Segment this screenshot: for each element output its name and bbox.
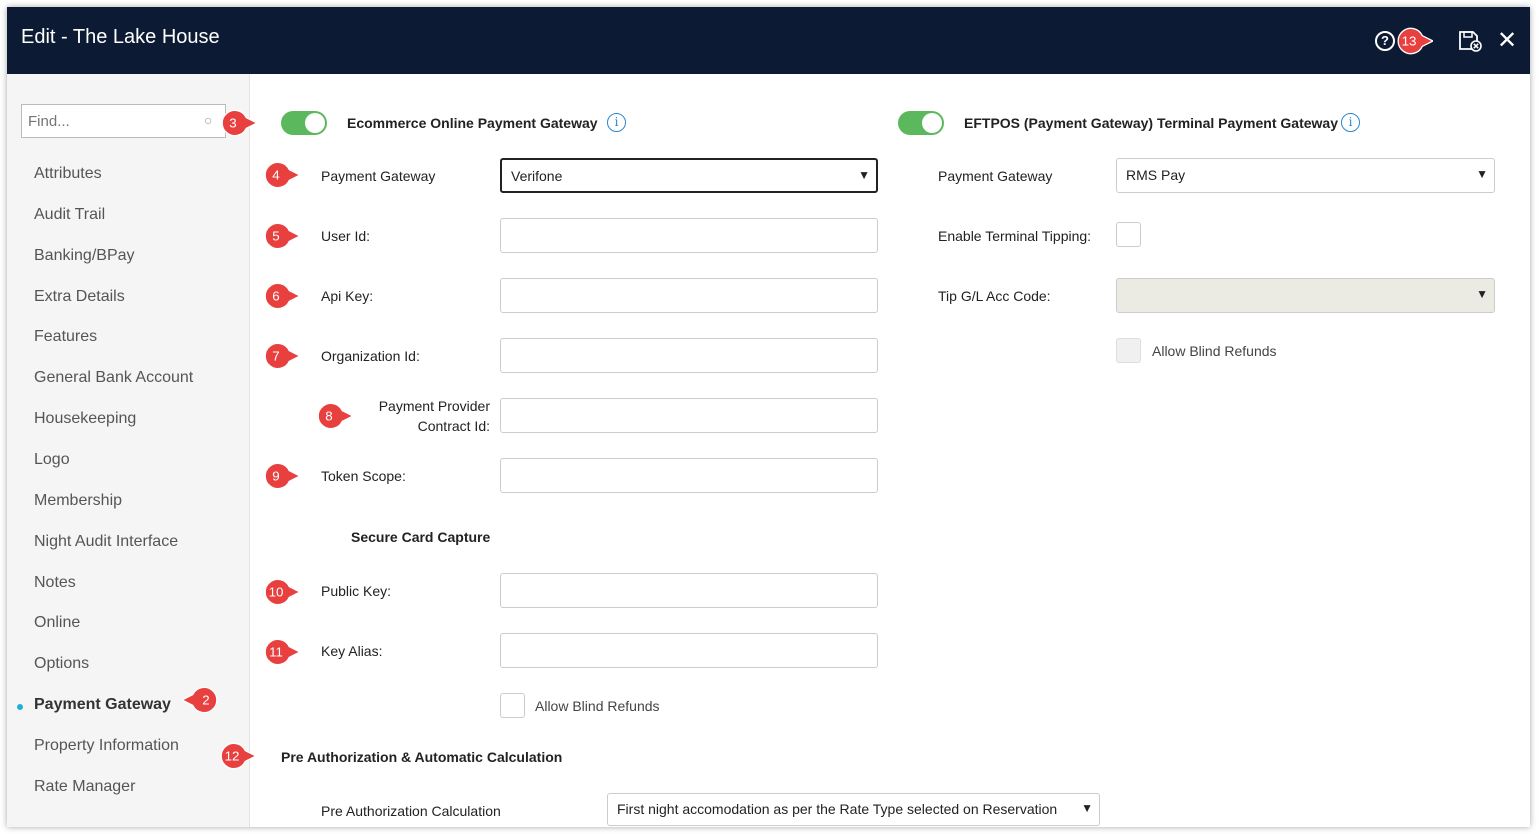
- sidebar-item-audit-trail[interactable]: Audit Trail: [34, 206, 105, 224]
- info-icon[interactable]: i: [1341, 113, 1360, 132]
- sidebar-item-online[interactable]: Online: [34, 614, 80, 632]
- sidebar-item-housekeeping[interactable]: Housekeeping: [34, 410, 136, 428]
- search-icon[interactable]: ○: [204, 112, 212, 128]
- callout-marker: 6: [264, 282, 300, 310]
- title-bar: Edit - The Lake House ? ✕: [7, 7, 1530, 74]
- callout-marker: 5: [264, 222, 300, 250]
- pre-authorization-calc-value: First night accomodation as per the Rate…: [617, 801, 1058, 817]
- svg-text:10: 10: [269, 585, 284, 600]
- eftpos-allow-blind-refunds-label: Allow Blind Refunds: [1152, 343, 1277, 359]
- edit-dialog: Edit - The Lake House ? ✕ ○ Attributes A…: [7, 7, 1530, 827]
- key-alias-label: Key Alias:: [321, 643, 383, 659]
- svg-text:8: 8: [325, 409, 332, 424]
- sidebar-item-night-audit-interface[interactable]: Night Audit Interface: [34, 533, 178, 551]
- callout-marker: 12: [220, 742, 256, 770]
- search-input[interactable]: [21, 104, 226, 138]
- public-key-label: Public Key:: [321, 583, 392, 599]
- svg-text:2: 2: [202, 693, 209, 708]
- eftpos-payment-gateway-select[interactable]: RMS Pay ▼: [1116, 158, 1495, 193]
- user-id-field[interactable]: [500, 218, 878, 253]
- svg-text:11: 11: [269, 645, 283, 660]
- callout-marker: 11: [264, 638, 300, 666]
- token-scope-label: Token Scope:: [321, 468, 406, 484]
- chevron-down-icon: ▼: [1476, 167, 1488, 181]
- eftpos-gateway-toggle[interactable]: [898, 111, 944, 135]
- provider-contract-label-line1: Payment Provider: [378, 398, 490, 414]
- ecommerce-gateway-toggle[interactable]: [281, 111, 327, 135]
- callout-marker: 8: [317, 402, 353, 430]
- api-key-label: Api Key:: [321, 288, 374, 304]
- svg-text:9: 9: [272, 469, 279, 484]
- sidebar-item-payment-gateway[interactable]: Payment Gateway: [34, 696, 171, 714]
- eftpos-payment-gateway-label: Payment Gateway: [938, 168, 1053, 184]
- callout-marker: 10: [264, 578, 300, 606]
- callout-marker: 3: [221, 109, 257, 137]
- active-indicator-dot: [17, 704, 23, 710]
- public-key-field[interactable]: [500, 573, 878, 608]
- close-icon[interactable]: ✕: [1497, 29, 1517, 53]
- info-icon[interactable]: i: [607, 113, 626, 132]
- sidebar-item-membership[interactable]: Membership: [34, 492, 122, 510]
- allow-blind-refunds-label: Allow Blind Refunds: [535, 698, 660, 714]
- sidebar-item-logo[interactable]: Logo: [34, 451, 70, 469]
- payment-gateway-label: Payment Gateway: [321, 168, 436, 184]
- sidebar-item-banking[interactable]: Banking/BPay: [34, 247, 135, 265]
- sidebar-item-property-information[interactable]: Property Information: [34, 737, 179, 755]
- eftpos-allow-blind-refunds-checkbox[interactable]: [1116, 338, 1141, 363]
- callout-marker: 13: [1397, 27, 1433, 55]
- save-close-icon[interactable]: [1457, 29, 1483, 58]
- svg-text:13: 13: [1402, 34, 1417, 49]
- callout-marker: 7: [264, 342, 300, 370]
- api-key-field[interactable]: [500, 278, 878, 313]
- tip-acc-code-label: Tip G/L Acc Code:: [938, 288, 1051, 304]
- sidebar-item-features[interactable]: Features: [34, 328, 97, 346]
- chevron-down-icon: ▼: [1476, 287, 1488, 301]
- svg-text:4: 4: [272, 168, 280, 183]
- allow-blind-refunds-checkbox[interactable]: [500, 693, 525, 718]
- sidebar-item-notes[interactable]: Notes: [34, 574, 76, 592]
- payment-gateway-value: Verifone: [511, 168, 563, 184]
- pre-authorization-heading: Pre Authorization & Automatic Calculatio…: [281, 749, 563, 765]
- eftpos-gateway-heading: EFTPOS (Payment Gateway) Terminal Paymen…: [964, 115, 1338, 131]
- pre-authorization-calc-label: Pre Authorization Calculation: [321, 803, 501, 819]
- svg-text:6: 6: [272, 289, 279, 304]
- pre-authorization-calc-select[interactable]: First night accomodation as per the Rate…: [607, 793, 1100, 826]
- key-alias-field[interactable]: [500, 633, 878, 668]
- callout-marker: 4: [264, 161, 300, 189]
- sidebar-item-extra-details[interactable]: Extra Details: [34, 288, 125, 306]
- payment-gateway-select[interactable]: Verifone ▼: [500, 158, 878, 193]
- organization-id-label: Organization Id:: [321, 348, 420, 364]
- terminal-tipping-label: Enable Terminal Tipping:: [938, 228, 1092, 244]
- svg-text:7: 7: [272, 349, 279, 364]
- ecommerce-gateway-heading: Ecommerce Online Payment Gateway: [347, 115, 598, 131]
- callout-marker: 9: [264, 462, 300, 490]
- sidebar-item-rate-manager[interactable]: Rate Manager: [34, 778, 135, 796]
- token-scope-field[interactable]: [500, 458, 878, 493]
- svg-text:12: 12: [225, 749, 240, 764]
- eftpos-payment-gateway-value: RMS Pay: [1126, 167, 1186, 183]
- secure-card-capture-heading: Secure Card Capture: [351, 529, 491, 545]
- user-id-label: User Id:: [321, 228, 371, 244]
- svg-text:3: 3: [229, 116, 236, 131]
- provider-contract-id-field[interactable]: [500, 398, 878, 433]
- sidebar-item-general-bank-account[interactable]: General Bank Account: [34, 369, 193, 387]
- dialog-title: Edit - The Lake House: [21, 26, 220, 48]
- tip-acc-code-select[interactable]: ▼: [1116, 278, 1495, 313]
- sidebar-item-options[interactable]: Options: [34, 655, 89, 673]
- chevron-down-icon: ▼: [858, 168, 870, 182]
- callout-marker: 2: [182, 686, 218, 714]
- sidebar-item-attributes[interactable]: Attributes: [34, 165, 102, 183]
- svg-text:5: 5: [272, 229, 279, 244]
- terminal-tipping-checkbox[interactable]: [1116, 222, 1141, 247]
- organization-id-field[interactable]: [500, 338, 878, 373]
- chevron-down-icon: ▼: [1081, 801, 1093, 815]
- provider-contract-label-line2: Contract Id:: [417, 418, 490, 434]
